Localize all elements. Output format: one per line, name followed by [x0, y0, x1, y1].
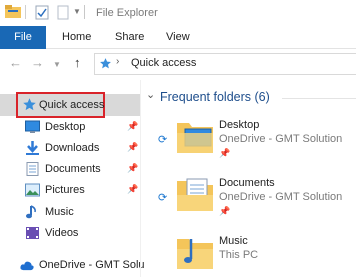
music-icon — [26, 205, 36, 219]
sidebar-item-label: Documents — [45, 163, 101, 175]
desktop-icon — [25, 120, 40, 133]
folder-location: OneDrive - GMT Solution — [219, 191, 343, 203]
pin-icon: 📌 — [219, 206, 231, 216]
tab-view[interactable]: View — [166, 26, 190, 49]
sidebar-item-onedrive[interactable]: OneDrive - GMT Solu — [0, 255, 145, 275]
section-heading-frequent-folders[interactable]: Frequent folders (6) — [160, 90, 270, 104]
sidebar-divider — [140, 80, 141, 277]
ribbon: File Home Share View — [0, 26, 356, 49]
folder-name: Documents — [219, 177, 275, 189]
sidebar-item-pictures[interactable]: Pictures 📌 — [0, 180, 140, 200]
sidebar-item-label: Desktop — [45, 121, 86, 133]
sync-status-icon: ⟳ — [158, 192, 168, 204]
sidebar-item-desktop[interactable]: Desktop 📌 — [0, 117, 140, 137]
properties-icon[interactable] — [35, 5, 49, 20]
pin-icon: 📌 — [127, 163, 139, 173]
sidebar-item-label: OneDrive - GMT Solu — [39, 259, 145, 271]
breadcrumb[interactable]: Quick access — [131, 57, 196, 69]
sidebar-item-downloads[interactable]: Downloads 📌 — [0, 138, 140, 158]
pin-icon: 📌 — [127, 184, 139, 194]
folder-location: OneDrive - GMT Solution — [219, 133, 343, 145]
sidebar-item-label: Videos — [45, 227, 79, 239]
desktop-folder-icon — [177, 123, 213, 153]
sync-status-icon: ⟳ — [158, 134, 168, 146]
section-collapse-chevron-icon[interactable]: ⌄ — [146, 88, 155, 101]
sidebar-item-label: Pictures — [45, 184, 85, 196]
pin-icon: 📌 — [127, 142, 139, 152]
pin-icon: 📌 — [219, 148, 231, 158]
sidebar-item-music[interactable]: Music — [0, 202, 140, 222]
customize-qa-dropdown-icon[interactable]: ▼ — [73, 7, 81, 16]
title-bar: ▼ File Explorer — [0, 0, 356, 26]
pin-icon: 📌 — [127, 121, 139, 131]
quick-access-star-icon — [100, 58, 111, 69]
title-separator — [84, 5, 85, 19]
window-title: File Explorer — [96, 7, 158, 19]
star-icon — [23, 98, 36, 111]
qa-toolbar-separator — [25, 5, 26, 19]
sidebar-item-videos[interactable]: Videos — [0, 223, 140, 243]
recent-locations-icon[interactable]: ▼ — [53, 58, 61, 72]
sidebar-item-documents[interactable]: Documents 📌 — [0, 159, 140, 179]
new-folder-icon[interactable] — [57, 5, 69, 20]
folder-tile-documents[interactable]: ⟳ Documents OneDrive - GMT Solution 📌 — [155, 175, 356, 231]
pictures-icon — [25, 183, 40, 197]
tab-share[interactable]: Share — [115, 26, 144, 49]
sidebar-item-label: Downloads — [45, 142, 100, 154]
folder-name: Desktop — [219, 119, 260, 131]
sidebar-item-label: Music — [45, 206, 74, 218]
download-icon — [26, 141, 39, 155]
folder-name: Music — [219, 235, 248, 247]
videos-icon — [26, 227, 39, 239]
sidebar-item-label: Quick access — [39, 99, 105, 111]
back-arrow-icon[interactable]: ← — [9, 56, 22, 70]
forward-arrow-icon[interactable]: → — [31, 56, 44, 70]
folder-tile-music[interactable]: Music This PC — [155, 233, 356, 277]
folder-app-icon — [5, 5, 21, 18]
tab-file[interactable]: File — [0, 26, 46, 49]
breadcrumb-chevron-icon[interactable]: › — [116, 56, 119, 67]
documents-folder-icon — [177, 178, 213, 211]
section-divider — [282, 98, 356, 99]
music-folder-icon — [177, 239, 213, 269]
folder-location: This PC — [219, 249, 259, 261]
cloud-icon — [20, 261, 34, 271]
folder-tile-desktop[interactable]: ⟳ Desktop OneDrive - GMT Solution 📌 — [155, 117, 356, 173]
documents-icon — [26, 162, 39, 176]
tab-home[interactable]: Home — [62, 26, 91, 49]
up-arrow-icon[interactable]: ↑ — [74, 56, 81, 70]
sidebar-item-quick-access[interactable]: Quick access — [0, 95, 140, 115]
